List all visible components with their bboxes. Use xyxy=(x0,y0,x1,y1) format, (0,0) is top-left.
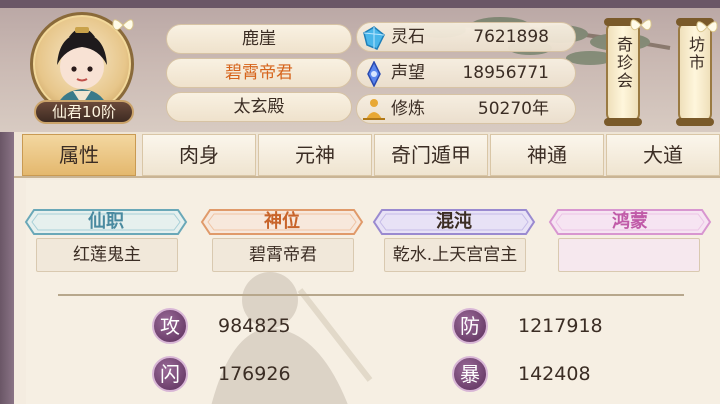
cultivation-stat: 修炼 50270年 xyxy=(356,94,576,124)
spirit-stone-stat: 灵石 7621898 xyxy=(356,22,576,52)
top-bar xyxy=(0,0,720,8)
divine-position-value: 碧霄帝君 xyxy=(212,238,354,272)
defense-badge: 防 xyxy=(452,308,488,344)
rank-badge: 仙君10阶 xyxy=(34,100,134,124)
player-name: 鹿崖 xyxy=(166,24,352,54)
hongmeng-value xyxy=(558,238,700,272)
immortal-post-banner: 仙职 xyxy=(24,206,188,238)
reputation-gem-icon xyxy=(367,61,381,87)
reputation-value: 18956771 xyxy=(462,63,549,83)
hongmeng-banner: 鸿蒙 xyxy=(548,206,712,238)
defense-value: 1217918 xyxy=(518,315,603,337)
chaos-banner: 混沌 xyxy=(372,206,536,238)
butterfly-icon xyxy=(630,19,652,31)
player-header: 仙君10阶 鹿崖 碧霄帝君 太玄殿 灵石 7621898 声望 18956771… xyxy=(0,0,720,132)
divine-position-banner: 神位 xyxy=(200,206,364,238)
crystal-icon xyxy=(363,26,385,50)
meditation-icon xyxy=(363,99,385,120)
cultivation-value: 50270年 xyxy=(477,99,549,119)
butterfly-icon xyxy=(112,19,134,31)
tab-divine-powers[interactable]: 神通 xyxy=(490,134,604,176)
player-sect: 太玄殿 xyxy=(166,92,352,122)
attack-badge: 攻 xyxy=(152,308,188,344)
section-divider xyxy=(58,294,684,296)
attack-value: 984825 xyxy=(218,315,291,337)
tab-great-dao[interactable]: 大道 xyxy=(606,134,720,176)
tab-spirit[interactable]: 元神 xyxy=(258,134,372,176)
butterfly-icon xyxy=(696,21,718,33)
treasure-fair-button[interactable]: 奇珍会 xyxy=(604,18,642,126)
tab-attributes[interactable]: 属性 xyxy=(22,134,136,176)
reputation-stat: 声望 18956771 xyxy=(356,58,576,88)
left-rail xyxy=(0,132,14,404)
tab-qimen-dunjia[interactable]: 奇门遁甲 xyxy=(374,134,488,176)
chaos-value: 乾水.上天宫宫主 xyxy=(384,238,526,272)
dodge-badge: 闪 xyxy=(152,356,188,392)
critical-value: 142408 xyxy=(518,363,591,385)
tab-bar: 属性 肉身 元神 奇门遁甲 神通 大道 xyxy=(14,132,720,178)
critical-badge: 暴 xyxy=(452,356,488,392)
immortal-post-value: 红莲鬼主 xyxy=(36,238,178,272)
tab-body[interactable]: 肉身 xyxy=(142,134,256,176)
player-title: 碧霄帝君 xyxy=(166,58,352,88)
dodge-value: 176926 xyxy=(218,363,291,385)
spirit-stone-value: 7621898 xyxy=(473,27,549,47)
